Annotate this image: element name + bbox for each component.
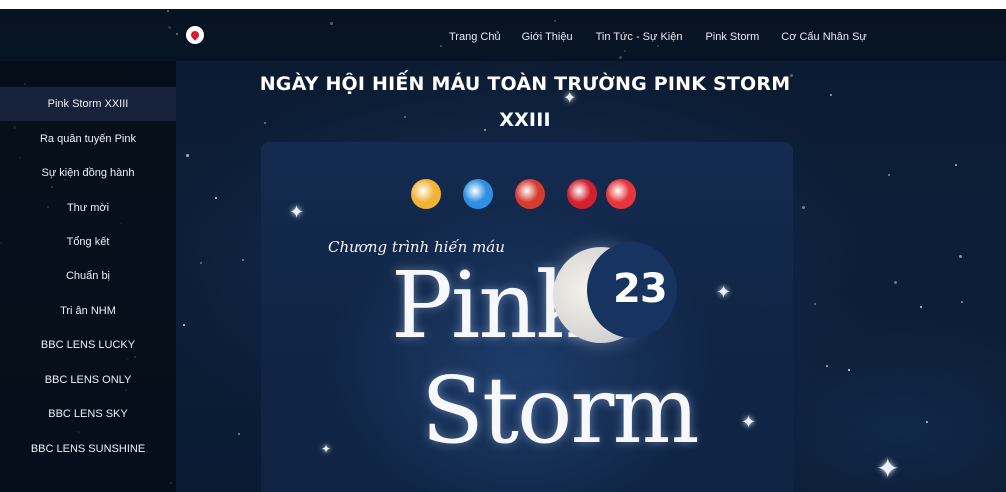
nav-link-organization[interactable]: Cơ Cấu Nhân Sự: [781, 31, 867, 43]
star-dot: [955, 164, 957, 166]
poster-word-storm: Storm: [421, 357, 700, 464]
sparkle-icon: ✦: [741, 412, 757, 432]
star-dot: [238, 433, 240, 435]
sparkle-icon: ✦: [289, 202, 305, 222]
red-ribbon-knot-icon: [567, 179, 597, 209]
sponsor-logos: [261, 179, 793, 209]
nav-link-pink-storm[interactable]: Pink Storm: [705, 31, 759, 43]
youth-union-icon: [515, 179, 545, 209]
star-dot: [186, 154, 189, 157]
sidebar-item-ra-quan[interactable]: Ra quân tuyến Pink: [0, 122, 176, 156]
sidebar-item-bbc-lens-sky[interactable]: BBC LENS SKY: [0, 397, 176, 431]
sparkle-icon: ✦: [716, 282, 732, 302]
sidebar-item-tri-an[interactable]: Tri ân NHM: [0, 294, 176, 328]
blue-emblem-icon: [463, 179, 493, 209]
sidebar-item-pink-storm-xxiii[interactable]: Pink Storm XXIII: [0, 87, 176, 121]
yellow-emblem-icon: [411, 179, 441, 209]
star-dot: [959, 255, 962, 258]
blood-drop-icon: [606, 179, 636, 209]
star-dot: [215, 197, 217, 199]
sidebar-item-chuan-bi[interactable]: Chuẩn bị: [0, 259, 176, 293]
star-dot: [814, 303, 816, 305]
nav-link-news-events[interactable]: Tin Tức - Sự Kiện: [596, 31, 683, 43]
star-dot: [826, 365, 828, 367]
event-poster: Chương trình hiến máu Pink 23 Storm ✦ ✦ …: [261, 142, 793, 492]
sparkle-icon: ✦: [321, 442, 332, 456]
star-dot: [920, 306, 922, 308]
star-dot: [848, 369, 850, 371]
star-dot: [242, 259, 244, 261]
sidebar: Pink Storm XXIII Ra quân tuyến Pink Sự k…: [0, 61, 176, 492]
nav-link-about[interactable]: Giới Thiệu: [522, 31, 573, 43]
sidebar-item-su-kien-dong-hanh[interactable]: Sự kiện đồng hành: [0, 156, 176, 190]
star-dot: [830, 94, 832, 96]
star-dot: [926, 421, 928, 423]
sidebar-item-bbc-lens-sunshine[interactable]: BBC LENS SUNSHINE: [0, 432, 176, 466]
site-logo[interactable]: [186, 26, 204, 44]
star-dot: [200, 262, 202, 264]
star-dot: [888, 174, 890, 176]
sparkle-icon: ✦: [563, 90, 577, 107]
poster-year-badge: 23: [613, 266, 668, 312]
blood-drop-icon: [189, 29, 201, 41]
sidebar-item-bbc-lens-only[interactable]: BBC LENS ONLY: [0, 363, 176, 397]
star-dot: [894, 281, 897, 284]
star-dot: [961, 301, 963, 303]
nav-link-home[interactable]: Trang Chủ: [449, 31, 501, 43]
sidebar-item-bbc-lens-lucky[interactable]: BBC LENS LUCKY: [0, 328, 176, 362]
star-dot: [802, 206, 805, 209]
sidebar-item-tong-ket[interactable]: Tổng kết: [0, 225, 176, 259]
main-nav: Trang Chủ Giới Thiệu Tin Tức - Sự Kiện P…: [449, 31, 867, 43]
sidebar-item-thu-moi[interactable]: Thư mời: [0, 191, 176, 225]
sparkle-icon: ✦: [876, 453, 900, 484]
star-dot: [183, 324, 185, 326]
page-title: NGÀY HỘI HIẾN MÁU TOÀN TRƯỜNG PINK STORM…: [259, 73, 791, 131]
